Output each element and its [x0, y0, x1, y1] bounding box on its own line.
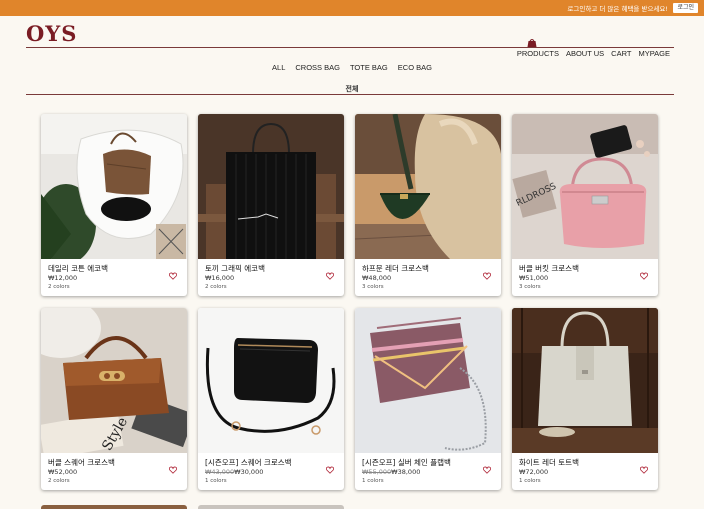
product-color-count: 1 colors: [519, 478, 541, 484]
sale-price: ₩38,000: [391, 468, 421, 476]
nav-mypage[interactable]: MYPAGE: [638, 49, 670, 58]
wishlist-heart-icon[interactable]: [483, 272, 491, 280]
product-image[interactable]: [41, 114, 187, 259]
wishlist-heart-icon[interactable]: [483, 466, 491, 474]
sale-price: ₩52,000: [48, 468, 78, 476]
sale-price: ₩72,000: [519, 468, 549, 476]
product-name[interactable]: 토끼 그래픽 에코백: [205, 264, 337, 274]
product-price: ₩48,000: [362, 274, 494, 283]
wishlist-heart-icon[interactable]: [169, 272, 177, 280]
next-row-card-peek: [41, 505, 187, 509]
wishlist-heart-icon[interactable]: [640, 466, 648, 474]
product-image[interactable]: [198, 308, 344, 453]
product-color-count: 3 colors: [362, 284, 384, 290]
category-tote-bag[interactable]: TOTE BAG: [350, 63, 388, 72]
category-cross-bag[interactable]: CROSS BAG: [295, 63, 340, 72]
sale-price: ₩12,000: [48, 274, 78, 282]
product-card[interactable]: 화이트 레더 토트백 ₩72,000 1 colors: [512, 308, 658, 490]
product-card[interactable]: [시즌오프] 실버 체인 플랩백 ₩55,000₩38,000 1 colors: [355, 308, 501, 490]
product-color-count: 1 colors: [205, 478, 227, 484]
sale-price: ₩16,000: [205, 274, 235, 282]
product-name[interactable]: 화이트 레더 토트백: [519, 458, 651, 468]
main-nav: PRODUCTS ABOUT US CART MYPAGE: [517, 49, 670, 58]
top-banner: 로그인하고 더 많은 혜택을 받으세요! 로그인: [0, 0, 704, 16]
brand-logo[interactable]: OYS: [26, 23, 77, 44]
product-image[interactable]: RLDROSS: [512, 114, 658, 259]
product-name[interactable]: [시즌오프] 실버 체인 플랩백: [362, 458, 494, 468]
section-divider: [26, 94, 674, 95]
product-name[interactable]: [시즌오프] 스퀘어 크로스백: [205, 458, 337, 468]
product-price: ₩16,000: [205, 274, 337, 283]
product-card[interactable]: Style 버클 스퀘어 크로스백 ₩52,000 2 colors: [41, 308, 187, 490]
section-title: 전체: [345, 85, 359, 93]
product-image[interactable]: Style: [41, 308, 187, 453]
nav-products[interactable]: PRODUCTS: [517, 49, 559, 58]
product-name[interactable]: 버클 버킷 크로스백: [519, 264, 651, 274]
wishlist-heart-icon[interactable]: [640, 272, 648, 280]
product-image[interactable]: [355, 114, 501, 259]
category-nav: ALL CROSS BAG TOTE BAG ECO BAG: [0, 63, 704, 72]
next-row-card-peek: [198, 505, 344, 509]
nav-cart[interactable]: CART: [611, 49, 631, 58]
product-color-count: 2 colors: [48, 478, 70, 484]
product-price: ₩72,000: [519, 468, 651, 477]
wishlist-heart-icon[interactable]: [326, 272, 334, 280]
product-card[interactable]: 데일리 코튼 에코백 ₩12,000 2 colors: [41, 114, 187, 296]
product-price: ₩12,000: [48, 274, 180, 283]
product-color-count: 2 colors: [48, 284, 70, 290]
product-price: ₩51,000: [519, 274, 651, 283]
sale-price: ₩48,000: [362, 274, 392, 282]
wishlist-heart-icon[interactable]: [326, 466, 334, 474]
sale-price: ₩30,000: [234, 468, 264, 476]
header-divider: [26, 47, 674, 48]
product-name[interactable]: 데일리 코튼 에코백: [48, 264, 180, 274]
original-price: ₩55,000: [362, 468, 392, 476]
wishlist-heart-icon[interactable]: [169, 466, 177, 474]
product-image[interactable]: [355, 308, 501, 453]
product-name[interactable]: 하프문 레더 크로스백: [362, 264, 494, 274]
category-eco-bag[interactable]: ECO BAG: [398, 63, 432, 72]
product-grid: 데일리 코튼 에코백 ₩12,000 2 colors 토끼 그래픽 에코백 ₩…: [41, 114, 658, 490]
product-price: ₩52,000: [48, 468, 180, 477]
original-price: ₩43,000: [205, 468, 235, 476]
login-button[interactable]: 로그인: [673, 3, 698, 13]
active-nav-bag-icon: [527, 39, 537, 47]
product-card[interactable]: RLDROSS 버클 버킷 크로스백 ₩51,000 3 colors: [512, 114, 658, 296]
product-image[interactable]: [512, 308, 658, 453]
product-name[interactable]: 버클 스퀘어 크로스백: [48, 458, 180, 468]
category-all[interactable]: ALL: [272, 63, 285, 72]
product-price: ₩55,000₩38,000: [362, 468, 494, 477]
product-color-count: 1 colors: [362, 478, 384, 484]
product-price: ₩43,000₩30,000: [205, 468, 337, 477]
product-card[interactable]: 토끼 그래픽 에코백 ₩16,000 2 colors: [198, 114, 344, 296]
product-card[interactable]: 하프문 레더 크로스백 ₩48,000 3 colors: [355, 114, 501, 296]
product-card[interactable]: [시즌오프] 스퀘어 크로스백 ₩43,000₩30,000 1 colors: [198, 308, 344, 490]
product-color-count: 3 colors: [519, 284, 541, 290]
product-color-count: 2 colors: [205, 284, 227, 290]
nav-about-us[interactable]: ABOUT US: [566, 49, 604, 58]
login-promo-text: 로그인하고 더 많은 혜택을 받으세요!: [567, 5, 668, 13]
product-image[interactable]: [198, 114, 344, 259]
sale-price: ₩51,000: [519, 274, 549, 282]
